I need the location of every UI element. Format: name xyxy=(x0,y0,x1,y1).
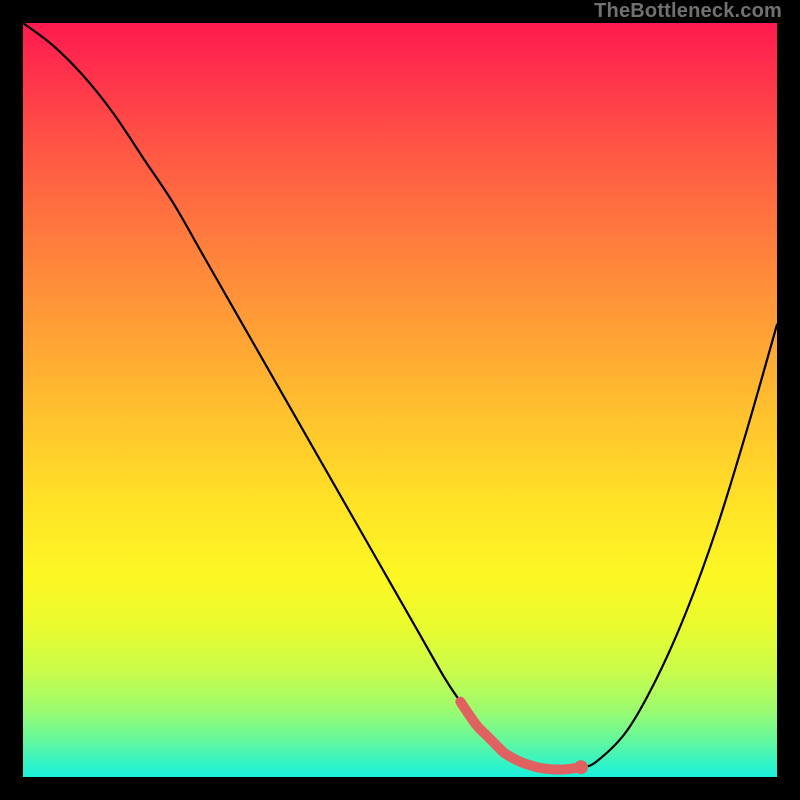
chart-frame: TheBottleneck.com xyxy=(0,0,800,800)
attribution-label: TheBottleneck.com xyxy=(594,0,782,23)
marker-dot xyxy=(574,760,588,774)
curve-layer xyxy=(23,23,777,777)
bottleneck-curve xyxy=(23,23,777,770)
marker-segment xyxy=(460,702,581,770)
plot-area xyxy=(23,23,777,777)
